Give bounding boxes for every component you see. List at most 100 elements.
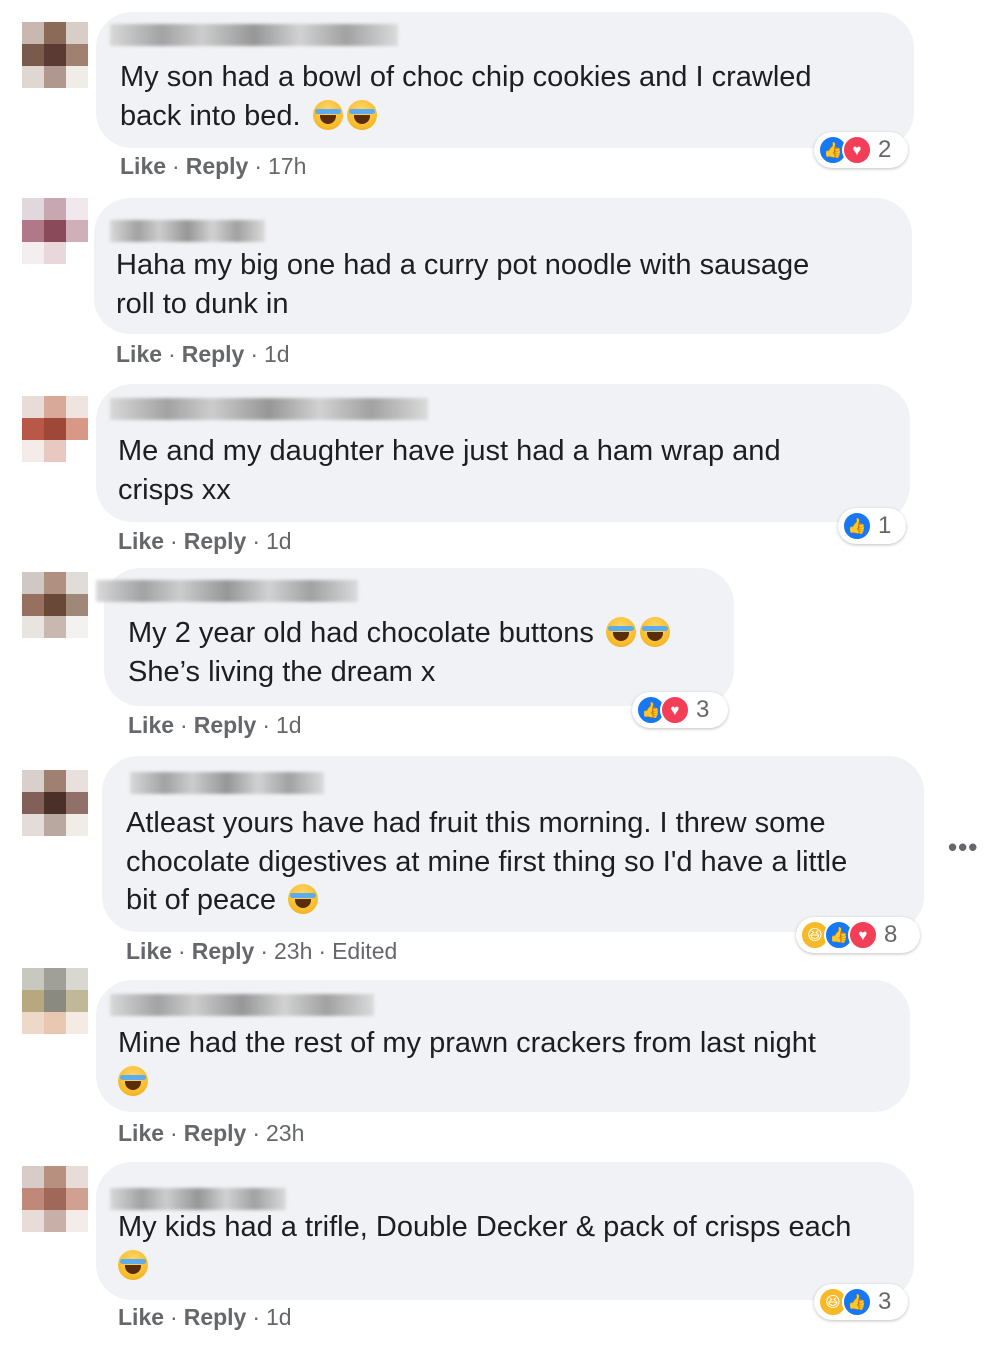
- comment-line: My kids had a trifle, Double Decker & pa…: [118, 1211, 852, 1243]
- reaction-count: 8: [884, 921, 898, 948]
- avatar-pixel: [66, 616, 88, 638]
- reaction-summary[interactable]: 👍 1: [838, 508, 906, 544]
- comment-actions: Like · Reply · 1d: [118, 1304, 292, 1330]
- avatar[interactable]: [22, 770, 88, 836]
- avatar-pixel: [66, 594, 88, 616]
- timestamp[interactable]: 1d: [266, 528, 292, 554]
- comment-actions: Like · Reply · 1d: [118, 528, 292, 554]
- avatar-pixel: [66, 792, 88, 814]
- avatar-pixel: [66, 198, 88, 220]
- avatar-pixel: [44, 396, 66, 418]
- reply-link[interactable]: Reply: [184, 1304, 247, 1330]
- comment-line: Atleast yours have had fruit this mornin…: [126, 807, 826, 839]
- avatar-pixel: [44, 990, 66, 1012]
- timestamp[interactable]: 17h: [268, 153, 306, 179]
- author-name-redacted[interactable]: [110, 994, 374, 1016]
- like-link[interactable]: Like: [120, 153, 166, 179]
- avatar-pixel: [66, 242, 88, 264]
- avatar-pixel: [44, 198, 66, 220]
- comment-line: chocolate digestives at mine first thing…: [126, 845, 848, 878]
- timestamp[interactable]: 23h: [266, 1120, 304, 1146]
- author-name-redacted[interactable]: [130, 772, 324, 794]
- timestamp[interactable]: 1d: [266, 1304, 292, 1330]
- avatar[interactable]: [22, 968, 88, 1034]
- like-link[interactable]: Like: [118, 1120, 164, 1146]
- reaction-count: 2: [878, 136, 892, 163]
- avatar-pixel: [44, 792, 66, 814]
- avatar-pixel: [44, 770, 66, 792]
- comment-text: Atleast yours have had fruit this mornin…: [126, 804, 847, 920]
- reaction-summary[interactable]: 😆 👍 3: [814, 1284, 908, 1320]
- laughing-emoji-icon: [605, 617, 636, 647]
- like-link[interactable]: Like: [116, 341, 162, 367]
- author-name-redacted[interactable]: [96, 580, 358, 602]
- timestamp[interactable]: 1d: [264, 341, 290, 367]
- comment-line: back into bed.: [120, 99, 301, 132]
- comment-text: My 2 year old had chocolate buttons She’…: [128, 614, 670, 691]
- reaction-count: 1: [878, 512, 892, 539]
- comment-text: Mine had the rest of my prawn crackers f…: [118, 1024, 816, 1101]
- avatar[interactable]: [22, 198, 88, 264]
- reply-link[interactable]: Reply: [184, 528, 247, 554]
- avatar-pixel: [44, 594, 66, 616]
- comment-line: bit of peace: [126, 884, 276, 916]
- comment-line: roll to dunk in: [116, 287, 289, 320]
- reply-link[interactable]: Reply: [192, 938, 255, 964]
- like-link[interactable]: Like: [118, 1304, 164, 1330]
- avatar[interactable]: [22, 22, 88, 88]
- laughing-emoji-icon: [288, 884, 319, 914]
- edited-label[interactable]: Edited: [332, 938, 397, 964]
- laughing-emoji-icon: [346, 99, 377, 130]
- avatar-pixel: [66, 22, 88, 44]
- laughing-emoji-icon: [118, 1065, 148, 1096]
- avatar-pixel: [44, 220, 66, 242]
- like-link[interactable]: Like: [126, 938, 172, 964]
- avatar-pixel: [22, 770, 44, 792]
- comment-actions: Like · Reply · 23h: [118, 1120, 305, 1146]
- love-icon: ♥: [660, 695, 690, 725]
- reaction-summary[interactable]: 😆 👍 ♥ 8: [796, 917, 920, 953]
- avatar-pixel: [44, 418, 66, 440]
- laughing-emoji-icon: [118, 1249, 148, 1280]
- avatar-pixel: [66, 1210, 88, 1232]
- avatar-pixel: [66, 1166, 88, 1188]
- avatar[interactable]: [22, 396, 88, 462]
- reaction-summary[interactable]: 👍 ♥ 2: [814, 132, 908, 168]
- avatar[interactable]: [22, 1166, 88, 1232]
- avatar-pixel: [22, 1188, 44, 1210]
- like-icon: 👍: [842, 511, 872, 541]
- more-options-icon[interactable]: •••: [948, 832, 978, 863]
- reaction-summary[interactable]: 👍 ♥ 3: [632, 692, 728, 728]
- comment-line: She’s living the dream x: [128, 655, 436, 688]
- avatar-pixel: [66, 396, 88, 418]
- comment-actions: Like · Reply · 1d: [128, 712, 302, 738]
- comment-line: Mine had the rest of my prawn crackers f…: [118, 1027, 816, 1059]
- timestamp[interactable]: 23h: [274, 938, 312, 964]
- reply-link[interactable]: Reply: [194, 712, 257, 738]
- comment-line: My 2 year old had chocolate buttons: [128, 617, 594, 649]
- reaction-count: 3: [878, 1288, 892, 1315]
- reply-link[interactable]: Reply: [184, 1120, 247, 1146]
- author-name-redacted[interactable]: [110, 1188, 286, 1210]
- avatar-pixel: [44, 44, 66, 66]
- timestamp[interactable]: 1d: [276, 712, 302, 738]
- avatar-pixel: [22, 968, 44, 990]
- reaction-count: 3: [696, 696, 710, 723]
- avatar-pixel: [22, 66, 44, 88]
- comment-text: Me and my daughter have just had a ham w…: [118, 432, 781, 509]
- like-link[interactable]: Like: [118, 528, 164, 554]
- avatar-pixel: [66, 44, 88, 66]
- avatar[interactable]: [22, 572, 88, 638]
- avatar-pixel: [66, 1188, 88, 1210]
- avatar-pixel: [22, 418, 44, 440]
- avatar-pixel: [22, 22, 44, 44]
- comment-text: My kids had a trifle, Double Decker & pa…: [118, 1208, 851, 1285]
- reply-link[interactable]: Reply: [186, 153, 249, 179]
- avatar-pixel: [22, 594, 44, 616]
- avatar-pixel: [44, 22, 66, 44]
- reply-link[interactable]: Reply: [182, 341, 245, 367]
- author-name-redacted[interactable]: [110, 220, 265, 242]
- like-link[interactable]: Like: [128, 712, 174, 738]
- author-name-redacted[interactable]: [110, 398, 428, 420]
- author-name-redacted[interactable]: [110, 24, 398, 46]
